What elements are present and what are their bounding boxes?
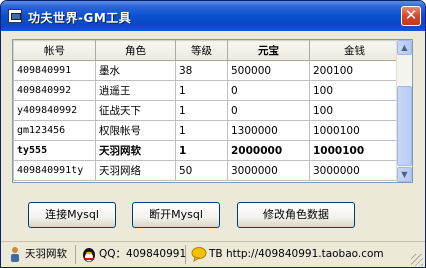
- cell-role[interactable]: 征战天下: [95, 100, 176, 121]
- main-window: 功夫世界-GM工具 ✕ 帐号 角色 等级 元宝 金钱 409840991 墨水 38…: [0, 0, 426, 268]
- character-grid[interactable]: 帐号 角色 等级 元宝 金钱 409840991 墨水 38 500000 200100…: [12, 39, 413, 183]
- column-header-money[interactable]: 金钱: [309, 40, 400, 61]
- cell-yuanbao[interactable]: 1300000: [227, 120, 310, 141]
- column-header-level[interactable]: 等级: [175, 40, 228, 61]
- vertical-scrollbar[interactable]: ▲ ▼: [396, 40, 412, 182]
- cell-yuanbao[interactable]: 2000000: [227, 140, 310, 161]
- cell-account[interactable]: y409840992: [13, 100, 96, 121]
- speech-bubble-icon: [191, 247, 207, 262]
- table-row[interactable]: 409840991 墨水 38 500000 200100: [13, 60, 400, 81]
- table-row[interactable]: y409840992 征战天下 1 0 100: [13, 100, 400, 121]
- cell-account[interactable]: 409840992: [13, 80, 96, 101]
- cell-money[interactable]: 1000100: [309, 120, 400, 141]
- table-row[interactable]: 409840992 逍遥王 1 0 100: [13, 80, 400, 101]
- cell-money[interactable]: 200100: [309, 60, 400, 81]
- cell-money[interactable]: 100: [309, 80, 400, 101]
- cell-account[interactable]: 409840991ty: [13, 160, 96, 181]
- cell-money[interactable]: 1000100: [309, 140, 400, 161]
- cell-yuanbao[interactable]: 0: [227, 80, 310, 101]
- title-bar[interactable]: 功夫世界-GM工具 ✕: [1, 1, 425, 31]
- status-segment-qq: QQ：409840991: [79, 245, 186, 264]
- status-tb-text: TB http://409840991.taobao.com: [209, 248, 384, 260]
- table-header-row: 帐号 角色 等级 元宝 金钱: [13, 40, 400, 61]
- cell-role[interactable]: 天羽网软: [95, 140, 176, 161]
- person-icon: [11, 247, 19, 262]
- status-qq-text: QQ：409840991: [99, 248, 187, 260]
- cell-yuanbao[interactable]: 500000: [227, 60, 310, 81]
- cell-role[interactable]: 天羽网络: [95, 160, 176, 181]
- cell-level[interactable]: 1: [175, 140, 228, 161]
- cell-account[interactable]: ty555: [13, 140, 96, 161]
- close-button[interactable]: ✕: [401, 6, 421, 26]
- table-row[interactable]: gm123456 权限帐号 1 1300000 1000100: [13, 120, 400, 141]
- status-brand-text: 天羽网软: [25, 248, 67, 260]
- scroll-up-button[interactable]: ▲: [397, 40, 412, 55]
- cell-level[interactable]: 38: [175, 60, 228, 81]
- cell-level[interactable]: 1: [175, 120, 228, 141]
- table-row[interactable]: 409840991ty 天羽网络 50 3000000 3000000: [13, 160, 400, 181]
- scroll-thumb[interactable]: [397, 86, 412, 166]
- window-title: 功夫世界-GM工具: [28, 11, 132, 25]
- status-bar: 天羽网软 QQ：409840991 TB http://409840991.ta…: [1, 241, 425, 267]
- scroll-down-button[interactable]: ▼: [397, 167, 412, 182]
- status-segment-tb: TB http://409840991.taobao.com: [189, 245, 397, 264]
- cell-role[interactable]: 逍遥王: [95, 80, 176, 101]
- penguin-icon: [83, 248, 95, 262]
- cell-level[interactable]: 50: [175, 160, 228, 181]
- app-window-icon: [8, 9, 22, 23]
- column-header-account[interactable]: 帐号: [13, 40, 96, 61]
- cell-role[interactable]: 墨水: [95, 60, 176, 81]
- modify-role-data-button[interactable]: 修改角色数据: [237, 202, 355, 228]
- cell-yuanbao[interactable]: 3000000: [227, 160, 310, 181]
- status-segment-brand: 天羽网软: [5, 245, 76, 264]
- cell-account[interactable]: gm123456: [13, 120, 96, 141]
- table-row[interactable]: ty555 天羽网软 1 2000000 1000100: [13, 140, 400, 161]
- table-body: 409840991 墨水 38 500000 200100 409840992 逍遥王 1 0 1…: [13, 60, 400, 181]
- cell-account[interactable]: 409840991: [13, 60, 96, 81]
- cell-money[interactable]: 3000000: [309, 160, 400, 181]
- cell-role[interactable]: 权限帐号: [95, 120, 176, 141]
- resize-grip[interactable]: [411, 254, 423, 266]
- character-table: 帐号 角色 等级 元宝 金钱 409840991 墨水 38 500000 200100…: [13, 40, 400, 181]
- cell-level[interactable]: 1: [175, 80, 228, 101]
- cell-money[interactable]: 100: [309, 100, 400, 121]
- disconnect-mysql-button[interactable]: 断开Mysql: [132, 202, 220, 228]
- cell-level[interactable]: 1: [175, 100, 228, 121]
- connect-mysql-button[interactable]: 连接Mysql: [28, 202, 116, 228]
- column-header-role[interactable]: 角色: [95, 40, 176, 61]
- column-header-yuanbao[interactable]: 元宝: [227, 40, 310, 61]
- cell-yuanbao[interactable]: 0: [227, 100, 310, 121]
